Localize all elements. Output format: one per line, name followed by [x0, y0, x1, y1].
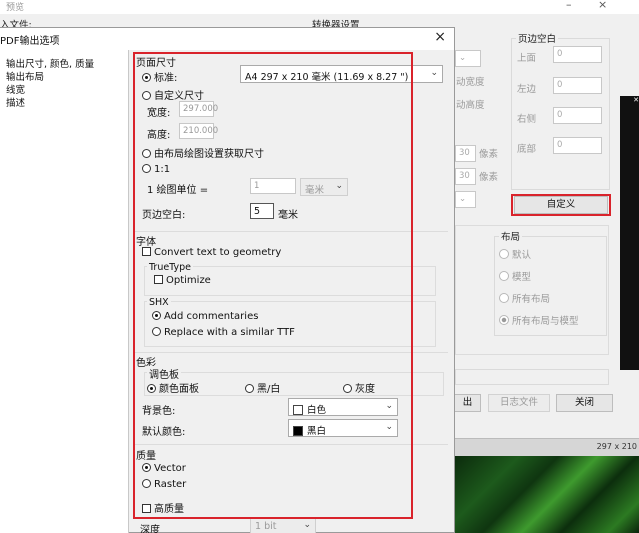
preview-area	[620, 96, 639, 370]
px-unit-2: 像素	[479, 172, 499, 183]
bg-width-field[interactable]: 30	[455, 145, 476, 162]
pdf-output-dialog: PDF输出选项 × 输出尺寸, 颜色, 质量 输出布局 线宽 描述 页面尺寸 标…	[0, 27, 455, 533]
close-button[interactable]: 关闭	[556, 394, 613, 412]
margin-group-title: 页边空白	[516, 31, 559, 45]
chevron-down-icon: ⌄	[303, 520, 311, 530]
px-unit-1: 像素	[479, 149, 499, 160]
chevron-down-icon: ⌄	[430, 68, 438, 78]
tree-item-description[interactable]: 描述	[6, 95, 25, 109]
close-window-icon[interactable]: ×	[598, 0, 607, 11]
layout-all-model-radio[interactable]: 所有布局与模型	[499, 313, 579, 327]
margin-bottom-label: 底部	[517, 144, 537, 155]
highlight-box-custom	[511, 194, 611, 216]
margin-bottom-field[interactable]: 0	[553, 137, 602, 154]
log-file-button[interactable]: 日志文件	[488, 394, 550, 412]
dialog-title: PDF输出选项	[0, 36, 60, 47]
margin-left-label: 左边	[517, 84, 537, 95]
layout-all-radio[interactable]: 所有布局	[499, 291, 550, 305]
status-size-text: 297 x 210	[596, 442, 637, 451]
dialog-titlebar: PDF输出选项 ×	[0, 28, 454, 50]
depth-select[interactable]: 1 bit ⌄	[250, 517, 316, 533]
auto-width-label: 动宽度	[456, 77, 485, 88]
chevron-down-icon: ⌄	[459, 194, 467, 204]
highlight-box-options	[133, 52, 413, 519]
minimize-icon[interactable]: –	[566, 0, 572, 11]
background-window-title: 预览	[6, 3, 25, 13]
drawing-preview-image	[454, 456, 639, 533]
auto-height-label: 动高度	[456, 100, 485, 111]
bg-height-field[interactable]: 30	[455, 168, 476, 185]
tree-item-output-layout[interactable]: 输出布局	[6, 69, 44, 83]
depth-value: 1 bit	[255, 521, 277, 532]
output-button[interactable]: 出	[455, 394, 481, 412]
status-bar: 297 x 210	[454, 438, 639, 456]
margin-right-field[interactable]: 0	[553, 107, 602, 124]
options-tree: 输出尺寸, 颜色, 质量 输出布局 线宽 描述	[0, 50, 129, 533]
tree-item-linewidth[interactable]: 线宽	[6, 82, 25, 96]
preview-marker-icon: ✕	[633, 96, 639, 104]
tree-item-output-size[interactable]: 输出尺寸, 颜色, 质量	[6, 56, 94, 70]
close-icon[interactable]: ×	[434, 29, 446, 45]
layout-group-title: 布局	[499, 229, 523, 243]
margin-left-field[interactable]: 0	[553, 77, 602, 94]
depth-label: 深度	[140, 525, 160, 533]
bg-select-stub[interactable]: ⌄	[455, 50, 481, 67]
bg-empty-group	[455, 369, 609, 385]
margin-top-label: 上面	[517, 53, 537, 64]
chevron-down-icon: ⌄	[459, 53, 467, 63]
layout-model-radio[interactable]: 模型	[499, 269, 531, 283]
margin-right-label: 右侧	[517, 114, 537, 125]
bg-select-stub-2[interactable]: ⌄	[455, 191, 476, 208]
background-titlebar: 预览 – ×	[0, 0, 639, 14]
margin-top-field[interactable]: 0	[553, 46, 602, 63]
layout-default-radio[interactable]: 默认	[499, 247, 531, 261]
